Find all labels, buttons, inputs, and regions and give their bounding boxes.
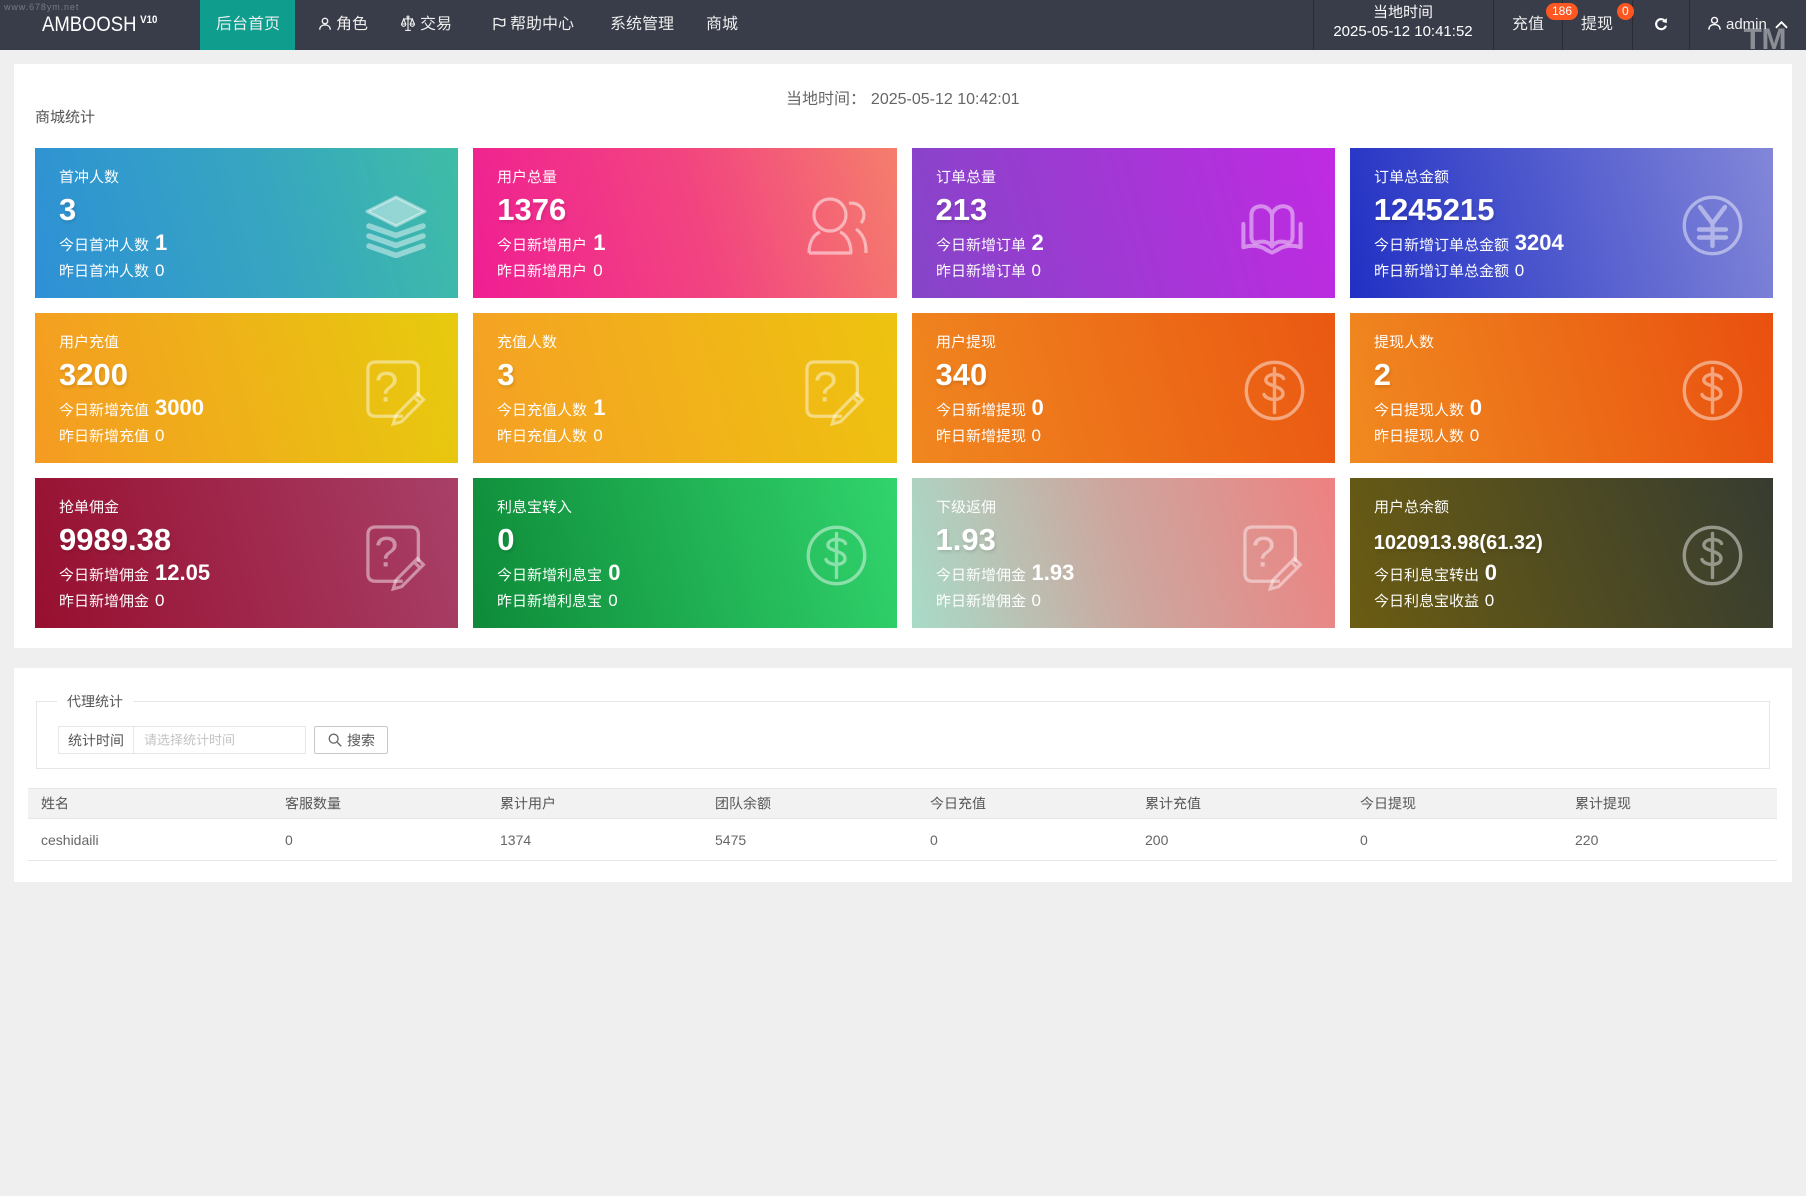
svg-text:?: ? xyxy=(375,529,399,577)
svg-text:?: ? xyxy=(813,364,837,412)
svg-text:?: ? xyxy=(375,364,399,412)
svg-text:?: ? xyxy=(1251,529,1275,577)
